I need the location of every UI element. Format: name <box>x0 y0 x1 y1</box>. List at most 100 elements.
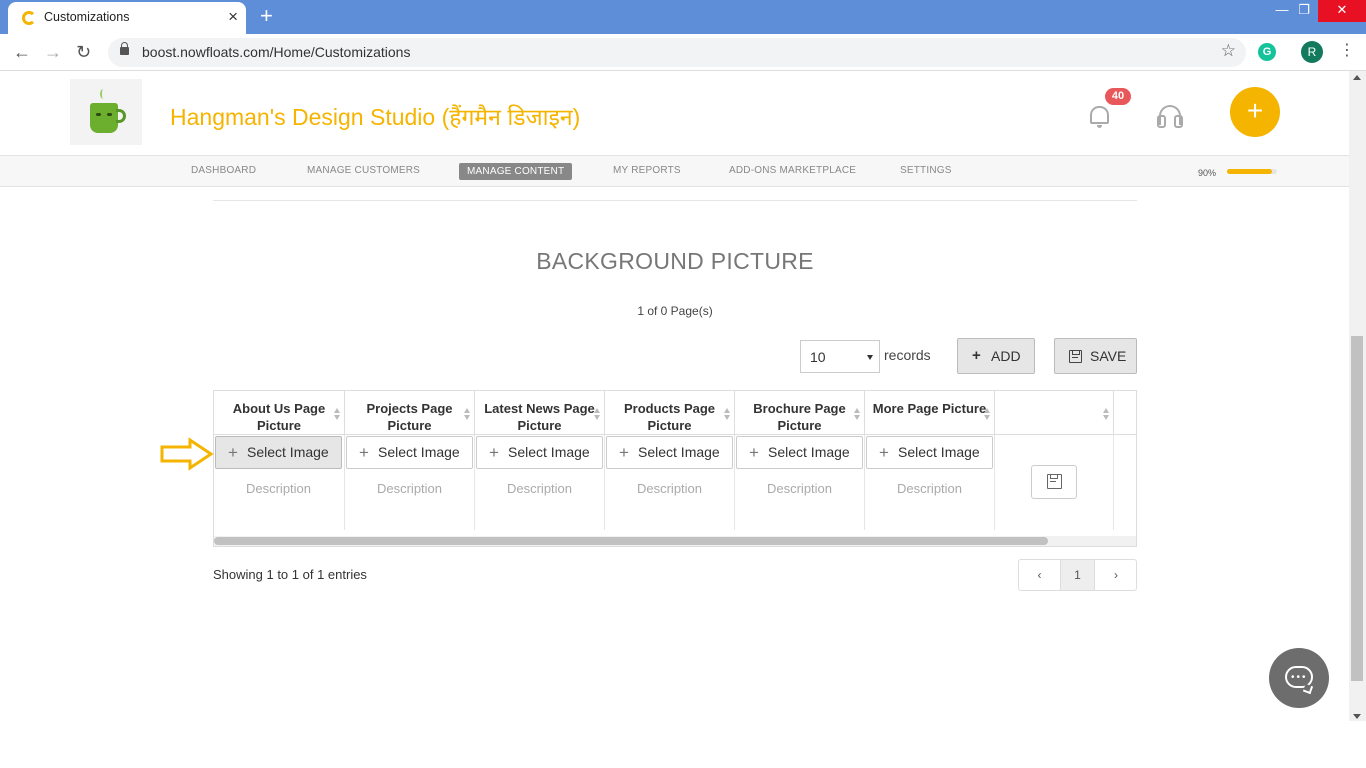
table-scroll-thumb[interactable] <box>214 537 1048 545</box>
tab-close-icon[interactable]: × <box>228 7 238 27</box>
select-image-button[interactable]: + Select Image <box>346 436 473 469</box>
sort-icon[interactable] <box>854 408 860 420</box>
url-text[interactable]: boost.nowfloats.com/Home/Customizations <box>142 44 410 60</box>
add-record-button[interactable]: + ADD <box>957 338 1035 374</box>
column-header-brochure[interactable]: Brochure Page Picture <box>735 391 865 435</box>
description-field[interactable]: Description <box>214 481 343 496</box>
pagination-page-1[interactable]: 1 <box>1061 560 1095 590</box>
notification-count-badge: 40 <box>1105 88 1131 105</box>
description-field[interactable]: Description <box>475 481 604 496</box>
steam-icon <box>100 89 106 99</box>
pagination-prev-button[interactable]: ‹ <box>1019 560 1061 590</box>
save-button-label: SAVE <box>1090 348 1127 364</box>
nav-dashboard[interactable]: DASHBOARD <box>191 165 256 176</box>
nav-my-reports[interactable]: MY REPORTS <box>613 165 681 176</box>
chevron-down-icon <box>867 355 873 360</box>
profile-avatar[interactable]: R <box>1301 41 1323 63</box>
cell-actions <box>995 435 1114 530</box>
column-header-more[interactable]: More Page Picture <box>865 391 995 435</box>
add-button[interactable]: + <box>1230 87 1280 137</box>
section-title: BACKGROUND PICTURE <box>536 248 814 274</box>
column-header-projects[interactable]: Projects Page Picture <box>345 391 475 435</box>
business-name: Hangman's Design Studio (हैंगमैन डिजाइन) <box>170 104 581 130</box>
window-close-icon[interactable]: ✕ <box>1318 0 1366 22</box>
page-count: 1 of 0 Page(s) <box>637 304 713 318</box>
sort-icon[interactable] <box>334 408 340 420</box>
cell-about-us: + Select Image Description <box>214 435 345 530</box>
column-header-products[interactable]: Products Page Picture <box>605 391 735 435</box>
cell-more: + Select Image Description <box>865 435 995 530</box>
select-image-button[interactable]: + Select Image <box>866 436 993 469</box>
new-tab-icon[interactable]: + <box>260 4 273 28</box>
sort-icon[interactable] <box>724 408 730 420</box>
select-image-button[interactable]: + Select Image <box>215 436 342 469</box>
browser-tab[interactable]: Customizations × <box>8 2 246 34</box>
pictures-table: About Us Page Picture Projects Page Pict… <box>213 390 1137 547</box>
add-button-label: ADD <box>991 348 1021 364</box>
app-header: Hangman's Design Studio (हैंगमैन डिजाइन)… <box>0 71 1349 155</box>
address-bar[interactable]: boost.nowfloats.com/Home/Customizations … <box>108 38 1246 67</box>
description-field[interactable]: Description <box>735 481 864 496</box>
browser-menu-icon[interactable]: ⋮ <box>1339 42 1355 60</box>
cell-brochure: + Select Image Description <box>735 435 865 530</box>
browser-toolbar: ← → ↻ boost.nowfloats.com/Home/Customiza… <box>0 34 1366 71</box>
grammarly-extension-icon[interactable]: G <box>1258 43 1276 61</box>
bookmark-star-icon[interactable]: ☆ <box>1221 41 1236 61</box>
chat-launcher-button[interactable]: ••• <box>1269 648 1329 708</box>
select-image-button[interactable]: + Select Image <box>736 436 863 469</box>
column-header-label: Projects Page Picture <box>366 401 453 433</box>
tab-title: Customizations <box>44 10 130 24</box>
nav-settings[interactable]: SETTINGS <box>900 165 952 176</box>
column-header-about-us[interactable]: About Us Page Picture <box>214 391 345 435</box>
select-image-button[interactable]: + Select Image <box>606 436 733 469</box>
plus-icon: + <box>359 443 369 462</box>
pointer-arrow-icon <box>160 437 214 471</box>
headset-support-icon[interactable] <box>1157 105 1183 128</box>
forward-arrow-icon[interactable]: → <box>44 42 62 62</box>
sort-icon[interactable] <box>464 408 470 420</box>
notification-bell-icon[interactable] <box>1090 106 1109 128</box>
save-button[interactable]: SAVE <box>1054 338 1137 374</box>
plus-icon: + <box>879 443 889 462</box>
column-header-label: About Us Page Picture <box>232 401 326 433</box>
profile-completion-bar <box>1227 169 1277 174</box>
cell-projects: + Select Image Description <box>345 435 475 530</box>
row-save-button[interactable] <box>1031 465 1077 499</box>
select-image-label: Select Image <box>898 444 980 460</box>
nav-manage-customers[interactable]: MANAGE CUSTOMERS <box>307 165 420 176</box>
profile-completion-percent: 90% <box>1198 168 1217 178</box>
nav-addons-marketplace[interactable]: ADD-ONS MARKETPLACE <box>729 165 856 176</box>
column-header-actions[interactable] <box>995 391 1114 435</box>
pagination-next-button[interactable]: › <box>1095 560 1137 590</box>
select-image-label: Select Image <box>638 444 720 460</box>
floppy-disk-icon <box>1069 350 1082 363</box>
cell-products: + Select Image Description <box>605 435 735 530</box>
description-field[interactable]: Description <box>865 481 994 496</box>
lock-icon[interactable] <box>120 42 129 55</box>
description-field[interactable]: Description <box>605 481 734 496</box>
back-arrow-icon[interactable]: ← <box>13 42 31 62</box>
table-horizontal-scrollbar[interactable] <box>214 536 1136 546</box>
sort-icon[interactable] <box>1103 408 1109 420</box>
select-image-label: Select Image <box>508 444 590 460</box>
column-header-label: More Page Picture <box>872 401 987 416</box>
records-per-page-select[interactable]: 10 <box>800 340 880 373</box>
description-field[interactable]: Description <box>345 481 474 496</box>
scroll-thumb[interactable] <box>1351 336 1363 681</box>
main-nav: DASHBOARD MANAGE CUSTOMERS MANAGE CONTEN… <box>0 155 1349 187</box>
column-header-latest-news[interactable]: Latest News Page Picture <box>475 391 605 435</box>
scroll-up-icon[interactable] <box>1353 75 1361 80</box>
column-header-label: Latest News Page Picture <box>484 401 595 433</box>
nav-manage-content[interactable]: MANAGE CONTENT <box>459 163 573 180</box>
sort-icon[interactable] <box>594 408 600 420</box>
records-label: records <box>884 347 931 363</box>
sort-icon[interactable] <box>984 408 990 420</box>
business-logo[interactable] <box>70 79 142 145</box>
reload-icon[interactable]: ↻ <box>76 42 91 62</box>
scroll-down-icon[interactable] <box>1353 714 1361 719</box>
cell-latest-news: + Select Image Description <box>475 435 605 530</box>
select-image-button[interactable]: + Select Image <box>476 436 603 469</box>
page-scrollbar[interactable] <box>1349 71 1366 721</box>
mug-eye-icon <box>107 113 112 116</box>
mug-handle-icon <box>116 109 126 123</box>
